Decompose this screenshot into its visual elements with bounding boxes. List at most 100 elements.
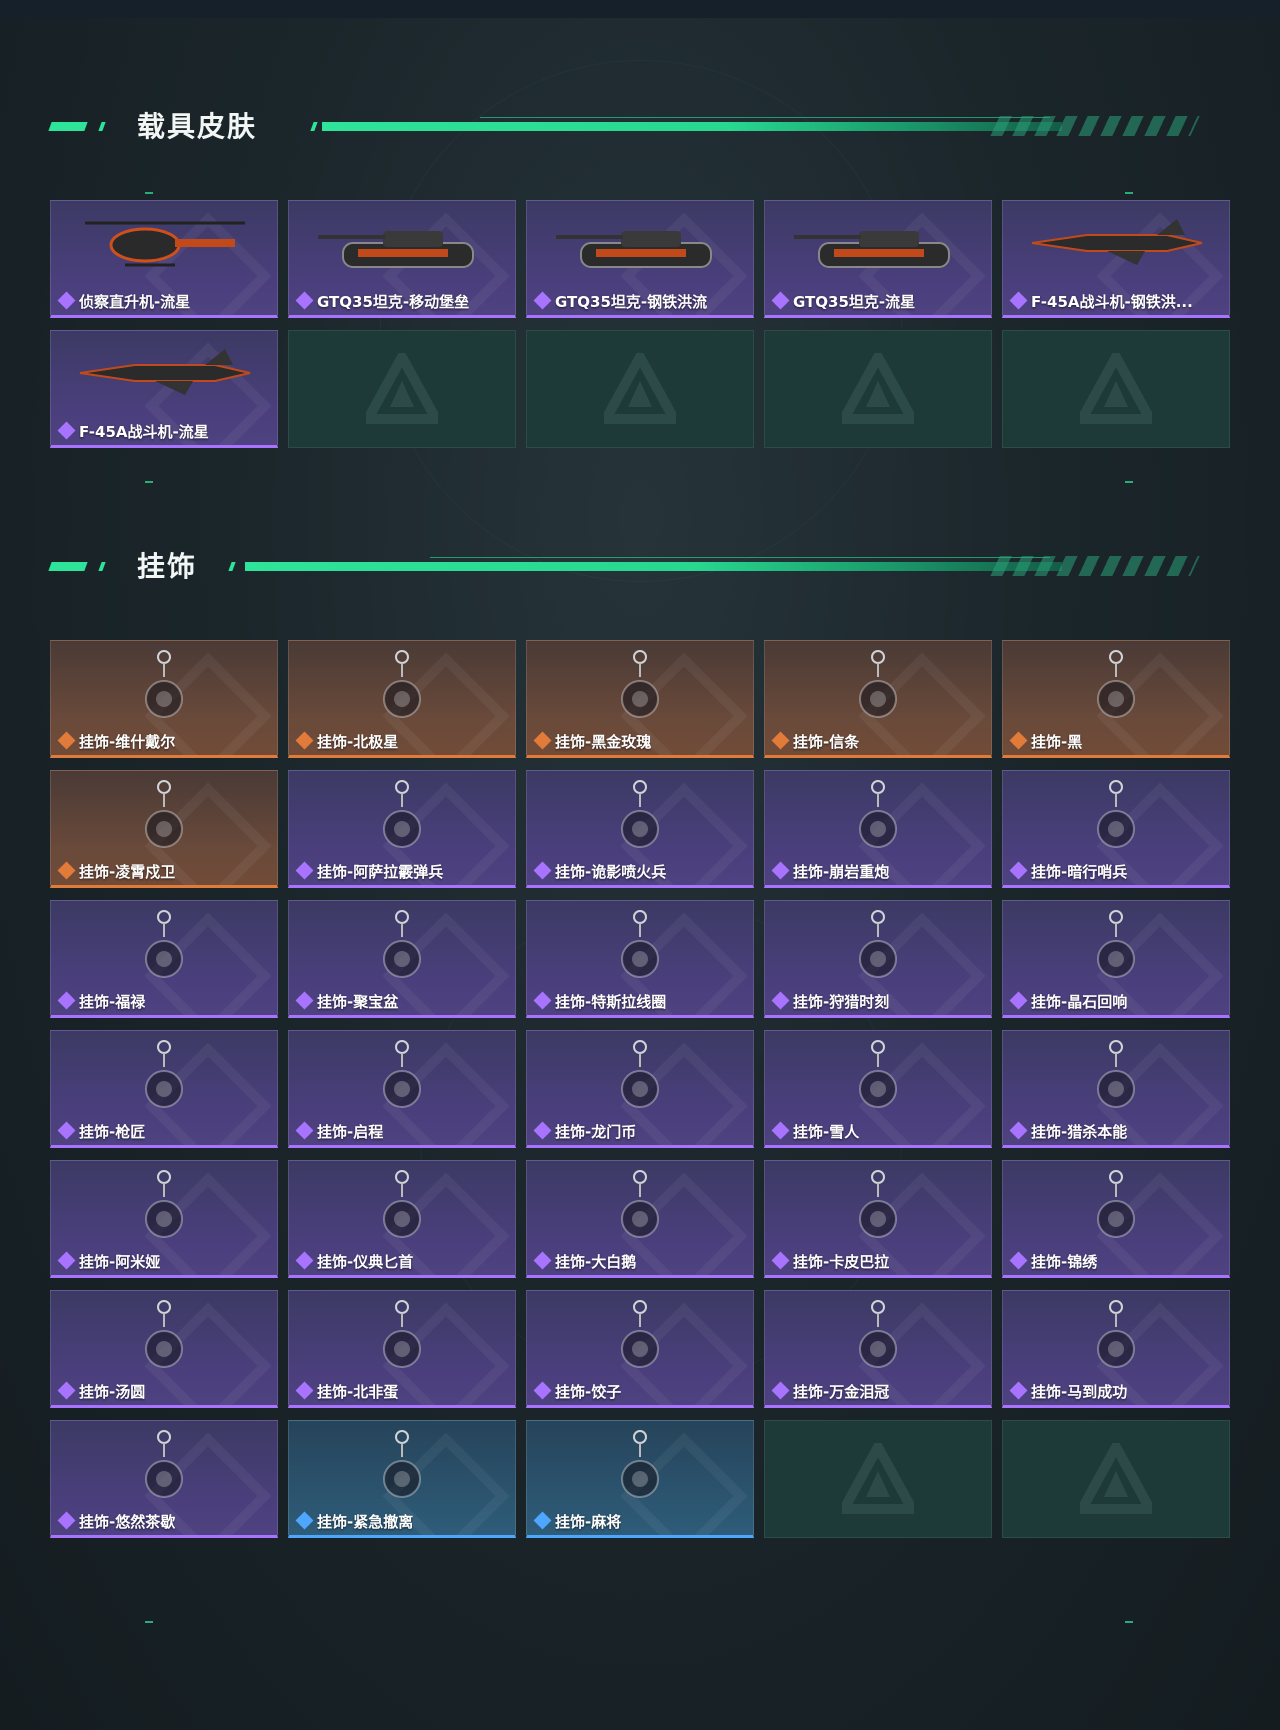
charm-icon — [859, 780, 897, 848]
charm-icon — [1097, 1040, 1135, 1108]
rarity-diamond-icon — [533, 1381, 552, 1400]
charm-card[interactable]: 挂饰-阿萨拉霰弹兵 — [288, 770, 516, 888]
rarity-diamond-icon — [57, 421, 76, 440]
charm-card[interactable]: 挂饰-大白鹅 — [526, 1160, 754, 1278]
placeholder-logo-icon — [366, 353, 438, 424]
vehicle-skin-card[interactable]: GTQ35坦克-钢铁洪流 — [526, 200, 754, 318]
charm-card[interactable]: 挂饰-信条 — [764, 640, 992, 758]
card-label: 挂饰-凌霄戍卫 — [79, 862, 176, 881]
card-label-row: 挂饰-马到成功 — [1009, 1381, 1223, 1401]
rarity-diamond-icon — [57, 731, 76, 750]
helicopter-icon — [85, 221, 245, 267]
tank-icon — [556, 231, 712, 268]
charm-card[interactable]: 挂饰-猎杀本能 — [1002, 1030, 1230, 1148]
header-dash — [48, 562, 88, 571]
charm-card[interactable]: 挂饰-龙门币 — [526, 1030, 754, 1148]
card-label-row: 挂饰-晶石回响 — [1009, 991, 1223, 1011]
card-label-row: 挂饰-汤圆 — [57, 1381, 271, 1401]
corner-tick — [145, 481, 153, 483]
charm-card[interactable]: 挂饰-北非蛋 — [288, 1290, 516, 1408]
charm-card[interactable]: 挂饰-雪人 — [764, 1030, 992, 1148]
charm-card[interactable]: 挂饰-晶石回响 — [1002, 900, 1230, 1018]
charm-card[interactable]: 挂饰-仪典匕首 — [288, 1160, 516, 1278]
charm-card[interactable]: 挂饰-北极星 — [288, 640, 516, 758]
rarity-diamond-icon — [295, 1511, 314, 1530]
card-label: 挂饰-汤圆 — [79, 1382, 146, 1401]
card-label-row: 挂饰-猎杀本能 — [1009, 1121, 1223, 1141]
card-label-row: F-45A战斗机-流星 — [57, 421, 271, 441]
rarity-diamond-icon — [295, 1381, 314, 1400]
charm-card[interactable]: 挂饰-维什戴尔 — [50, 640, 278, 758]
rarity-diamond-icon — [771, 731, 790, 750]
charm-icon — [1097, 910, 1135, 978]
charm-card[interactable]: 挂饰-黑 — [1002, 640, 1230, 758]
corner-tick — [1125, 481, 1133, 483]
card-label-row: GTQ35坦克-流星 — [771, 291, 985, 311]
charm-card[interactable]: 挂饰-马到成功 — [1002, 1290, 1230, 1408]
card-label: 挂饰-大白鹅 — [555, 1252, 637, 1271]
charm-card[interactable]: 挂饰-麻将 — [526, 1420, 754, 1538]
card-label: 挂饰-锦绣 — [1031, 1252, 1098, 1271]
charm-icon — [383, 650, 421, 718]
charm-icon — [145, 780, 183, 848]
vehicle-skin-card[interactable]: GTQ35坦克-流星 — [764, 200, 992, 318]
card-label-row: 挂饰-阿萨拉霰弹兵 — [295, 861, 509, 881]
card-label: 挂饰-特斯拉线圈 — [555, 992, 667, 1011]
empty-slot — [526, 330, 754, 448]
vehicle-skin-card[interactable]: GTQ35坦克-移动堡垒 — [288, 200, 516, 318]
card-label-row: 挂饰-大白鹅 — [533, 1251, 747, 1271]
vehicle-skin-card[interactable]: 侦察直升机-流星 — [50, 200, 278, 318]
charm-icon — [383, 1040, 421, 1108]
header-checker-pattern — [990, 556, 1200, 576]
placeholder-logo-icon — [604, 353, 676, 424]
card-label-row: 挂饰-黑 — [1009, 731, 1223, 751]
charm-card[interactable]: 挂饰-崩岩重炮 — [764, 770, 992, 888]
charm-icon — [859, 1300, 897, 1368]
rarity-diamond-icon — [533, 991, 552, 1010]
charm-card[interactable]: 挂饰-凌霄戍卫 — [50, 770, 278, 888]
charm-icon — [621, 650, 659, 718]
header-dash — [98, 122, 106, 131]
card-label: GTQ35坦克-移动堡垒 — [317, 292, 470, 311]
charm-card[interactable]: 挂饰-锦绣 — [1002, 1160, 1230, 1278]
rarity-diamond-icon — [57, 861, 76, 880]
section-title: 载具皮肤 — [137, 110, 258, 143]
charm-card[interactable]: 挂饰-特斯拉线圈 — [526, 900, 754, 1018]
card-label: 挂饰-卡皮巴拉 — [793, 1252, 890, 1271]
card-label-row: 挂饰-麻将 — [533, 1511, 747, 1531]
rarity-diamond-icon — [1009, 861, 1028, 880]
tank-icon — [318, 231, 474, 268]
card-label-row: 挂饰-北极星 — [295, 731, 509, 751]
rarity-diamond-icon — [1009, 1251, 1028, 1270]
charm-card[interactable]: 挂饰-阿米娅 — [50, 1160, 278, 1278]
charm-card[interactable]: 挂饰-暗行哨兵 — [1002, 770, 1230, 888]
card-label-row: 侦察直升机-流星 — [57, 291, 271, 311]
charm-card[interactable]: 挂饰-诡影喷火兵 — [526, 770, 754, 888]
charm-card[interactable]: 挂饰-悠然茶歇 — [50, 1420, 278, 1538]
charm-card[interactable]: 挂饰-狩猎时刻 — [764, 900, 992, 1018]
card-label: 挂饰-阿米娅 — [79, 1252, 161, 1271]
charm-card[interactable]: 挂饰-卡皮巴拉 — [764, 1160, 992, 1278]
charm-icon — [1097, 1170, 1135, 1238]
card-label: 挂饰-暗行哨兵 — [1031, 862, 1128, 881]
charm-icon — [621, 1040, 659, 1108]
charm-card[interactable]: 挂饰-聚宝盆 — [288, 900, 516, 1018]
card-label-row: 挂饰-暗行哨兵 — [1009, 861, 1223, 881]
vehicle-skin-card[interactable]: F-45A战斗机-流星 — [50, 330, 278, 448]
rarity-diamond-icon — [57, 1121, 76, 1140]
charm-card[interactable]: 挂饰-汤圆 — [50, 1290, 278, 1408]
card-label: 挂饰-猎杀本能 — [1031, 1122, 1128, 1141]
charm-icon — [383, 910, 421, 978]
rarity-diamond-icon — [771, 1251, 790, 1270]
charm-card[interactable]: 挂饰-枪匠 — [50, 1030, 278, 1148]
charm-card[interactable]: 挂饰-启程 — [288, 1030, 516, 1148]
charm-card[interactable]: 挂饰-福禄 — [50, 900, 278, 1018]
card-label-row: 挂饰-聚宝盆 — [295, 991, 509, 1011]
rarity-diamond-icon — [533, 861, 552, 880]
charm-card[interactable]: 挂饰-万金泪冠 — [764, 1290, 992, 1408]
charm-card[interactable]: 挂饰-紧急撤离 — [288, 1420, 516, 1538]
rarity-diamond-icon — [771, 291, 790, 310]
charm-card[interactable]: 挂饰-黑金玫瑰 — [526, 640, 754, 758]
vehicle-skin-card[interactable]: F-45A战斗机-钢铁洪... — [1002, 200, 1230, 318]
charm-card[interactable]: 挂饰-饺子 — [526, 1290, 754, 1408]
